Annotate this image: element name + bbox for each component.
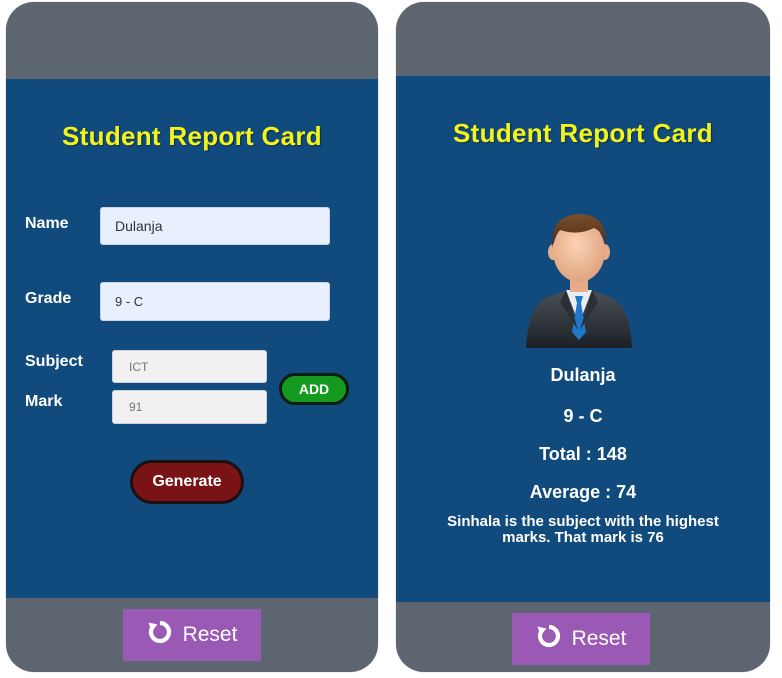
add-button[interactable]: ADD xyxy=(279,373,349,405)
generate-button[interactable]: Generate xyxy=(130,460,244,504)
reset-label: Reset xyxy=(571,627,627,650)
result-phone-frame: Student Report Card Dulanja 9 - C Total … xyxy=(396,2,770,672)
reset-label: Reset xyxy=(182,623,238,646)
reset-button[interactable]: Reset xyxy=(123,609,261,661)
average-marks: Average : 74 xyxy=(529,482,637,502)
student-avatar xyxy=(520,206,638,348)
highest-subject-message: Sinhala is the subject with the highest … xyxy=(447,513,719,546)
name-input[interactable] xyxy=(100,207,330,245)
refresh-icon xyxy=(147,619,173,651)
mark-label: Mark xyxy=(25,393,63,410)
reset-button[interactable]: Reset xyxy=(512,613,650,665)
name-label: Name xyxy=(25,215,69,232)
mark-input[interactable] xyxy=(112,390,267,424)
result-title: Student Report Card xyxy=(453,118,713,148)
page-title: Student Report Card xyxy=(62,121,322,151)
input-phone-frame: Student Report Card Name Grade Subject M… xyxy=(6,2,378,672)
student-name: Dulanja xyxy=(550,365,616,385)
grade-input[interactable] xyxy=(100,282,330,321)
subject-input[interactable] xyxy=(112,350,267,383)
subject-label: Subject xyxy=(25,353,83,370)
refresh-icon xyxy=(536,623,562,655)
result-screen: Student Report Card Dulanja 9 - C Total … xyxy=(396,76,770,602)
grade-label: Grade xyxy=(25,290,72,307)
student-grade: 9 - C xyxy=(563,406,603,426)
input-screen: Student Report Card Name Grade Subject M… xyxy=(6,79,378,598)
total-marks: Total : 148 xyxy=(539,444,627,464)
